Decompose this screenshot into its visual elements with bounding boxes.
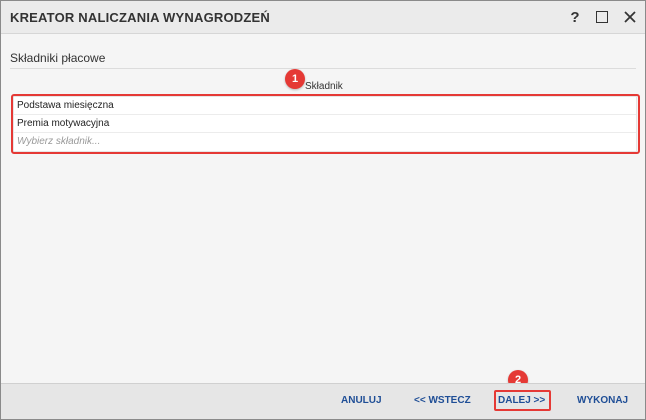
- section-title: Składniki płacowe: [10, 51, 106, 65]
- grid-row[interactable]: Premia motywacyjna: [14, 115, 636, 133]
- grid-row[interactable]: Podstawa miesięczna: [14, 97, 636, 115]
- next-button[interactable]: DALEJ >>: [498, 395, 545, 406]
- components-grid: Podstawa miesięczna Premia motywacyjna W…: [13, 96, 637, 152]
- wizard-window: KREATOR NALICZANIA WYNAGRODZEŃ ? Składni…: [0, 0, 646, 420]
- maximize-icon[interactable]: [591, 6, 613, 28]
- column-header-skladnik[interactable]: Składnik: [305, 81, 343, 92]
- finish-button[interactable]: WYKONAJ: [577, 395, 628, 406]
- new-row-selector[interactable]: Wybierz składnik...: [14, 133, 636, 151]
- window-title: KREATOR NALICZANIA WYNAGRODZEŃ: [10, 10, 270, 25]
- title-bar: KREATOR NALICZANIA WYNAGRODZEŃ ?: [1, 1, 645, 34]
- back-button[interactable]: << WSTECZ: [414, 395, 471, 406]
- wizard-content: Składniki płacowe Składnik Podstawa mies…: [1, 34, 645, 390]
- cancel-button[interactable]: ANULUJ: [341, 395, 382, 406]
- section-divider: [10, 68, 636, 69]
- maximize-square: [596, 11, 608, 23]
- annotation-badge-1: 1: [285, 69, 305, 89]
- close-icon[interactable]: [619, 6, 641, 28]
- wizard-footer: ANULUJ << WSTECZ DALEJ >> WYKONAJ: [1, 383, 645, 419]
- help-icon[interactable]: ?: [564, 6, 586, 28]
- close-glyph: [624, 11, 636, 23]
